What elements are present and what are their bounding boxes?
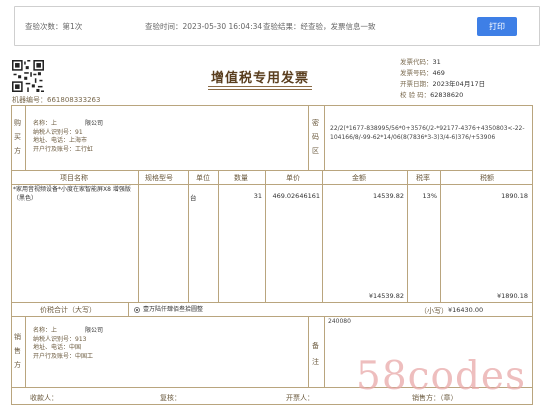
divider bbox=[11, 302, 533, 303]
item-unit: 台 bbox=[190, 194, 197, 202]
col-header-qty: 数量 bbox=[234, 174, 248, 182]
col-header-spec: 规格型号 bbox=[145, 174, 173, 182]
drawer: 开票人： bbox=[286, 394, 314, 402]
password-code: 22/2(*1677-838995/56*0+3576(/2-*92177-43… bbox=[330, 125, 525, 141]
col-header-tax: 税额 bbox=[480, 174, 494, 182]
divider bbox=[265, 170, 266, 302]
item-tax: 1890.18 bbox=[501, 192, 528, 200]
circled-x-icon bbox=[134, 306, 140, 313]
divider bbox=[440, 170, 441, 302]
reviewer: 复核： bbox=[160, 394, 181, 402]
total-tax: ¥1890.18 bbox=[496, 292, 528, 300]
check-result-bar: 查验次数：第1次 查验时间：2023-05-30 16:04:34 查验结果：经… bbox=[14, 6, 540, 46]
item-amount: 14539.82 bbox=[372, 192, 404, 200]
check-time: 查验时间：2023-05-30 16:04:34 bbox=[145, 22, 263, 31]
title-underline bbox=[208, 86, 312, 87]
buyer-side-label: 购买方 bbox=[14, 119, 21, 155]
divider bbox=[324, 105, 325, 170]
item-name: *家用音视频设备*小度在家智能屏X8 增强版（黑色） bbox=[13, 186, 131, 202]
machine-number: 机器编号：661808333263 bbox=[12, 96, 101, 104]
divider bbox=[188, 170, 189, 302]
col-header-name: 项目名称 bbox=[60, 174, 88, 182]
col-header-rate: 税率 bbox=[416, 174, 430, 182]
col-header-price: 单价 bbox=[286, 174, 300, 182]
remark-side-label: 备注 bbox=[312, 342, 319, 366]
check-count: 查验次数：第1次 bbox=[25, 22, 83, 31]
invoice-date: 开票日期：2023年04月17日 bbox=[400, 80, 486, 88]
print-button[interactable]: 打印 bbox=[477, 17, 517, 36]
divider bbox=[25, 316, 26, 387]
grand-total-chinese: 壹万陆仟肆佰叁拾圆整 bbox=[134, 306, 203, 315]
seller-side-label: 销售方 bbox=[14, 333, 21, 369]
col-header-amount: 金额 bbox=[352, 174, 366, 182]
qr-code-icon bbox=[12, 60, 44, 92]
col-header-unit: 单位 bbox=[196, 174, 210, 182]
invoice-number: 发票号码：469 bbox=[400, 69, 445, 77]
title-underline-2 bbox=[208, 89, 312, 90]
divider bbox=[308, 316, 309, 387]
divider bbox=[128, 302, 129, 316]
divider bbox=[324, 316, 325, 387]
divider bbox=[11, 316, 533, 317]
invoice-title: 增值税专用发票 bbox=[210, 71, 309, 86]
item-qty: 31 bbox=[253, 192, 262, 200]
check-code: 校 验 码：62838620 bbox=[400, 91, 464, 99]
seller-stamp: 销售方：（章） bbox=[412, 394, 458, 402]
divider bbox=[25, 105, 26, 170]
divider bbox=[138, 170, 139, 302]
grand-total-small-label: （小写） bbox=[420, 307, 448, 315]
divider bbox=[407, 170, 408, 302]
divider bbox=[322, 170, 323, 302]
divider bbox=[11, 184, 533, 185]
total-amount: ¥14539.82 bbox=[368, 292, 404, 300]
item-rate: 13% bbox=[422, 192, 437, 200]
password-side-label: 密码区 bbox=[312, 119, 319, 155]
seller-info: 名称：上 限公司 纳税人识别号：913 地址、电话：中国 开户行及账号：中国工 bbox=[33, 327, 104, 360]
invoice-code: 发票代码：31 bbox=[400, 58, 441, 66]
item-price: 469.02646161 bbox=[272, 192, 320, 200]
check-result: 查验结果：经查验，发票信息一致 bbox=[263, 22, 376, 31]
divider bbox=[308, 105, 309, 170]
grand-total-small-value: ¥16430.00 bbox=[448, 306, 484, 314]
divider bbox=[218, 170, 219, 302]
buyer-info: 名称：上 限公司 纳税人识别号：91 地址、电话：上海市 开户行及账号：工行虹 bbox=[33, 120, 104, 153]
grand-total-label: 价税合计（大写） bbox=[40, 306, 96, 314]
remark-text: 240080 bbox=[328, 318, 351, 325]
divider bbox=[11, 170, 533, 171]
payee: 收款人： bbox=[30, 394, 58, 402]
